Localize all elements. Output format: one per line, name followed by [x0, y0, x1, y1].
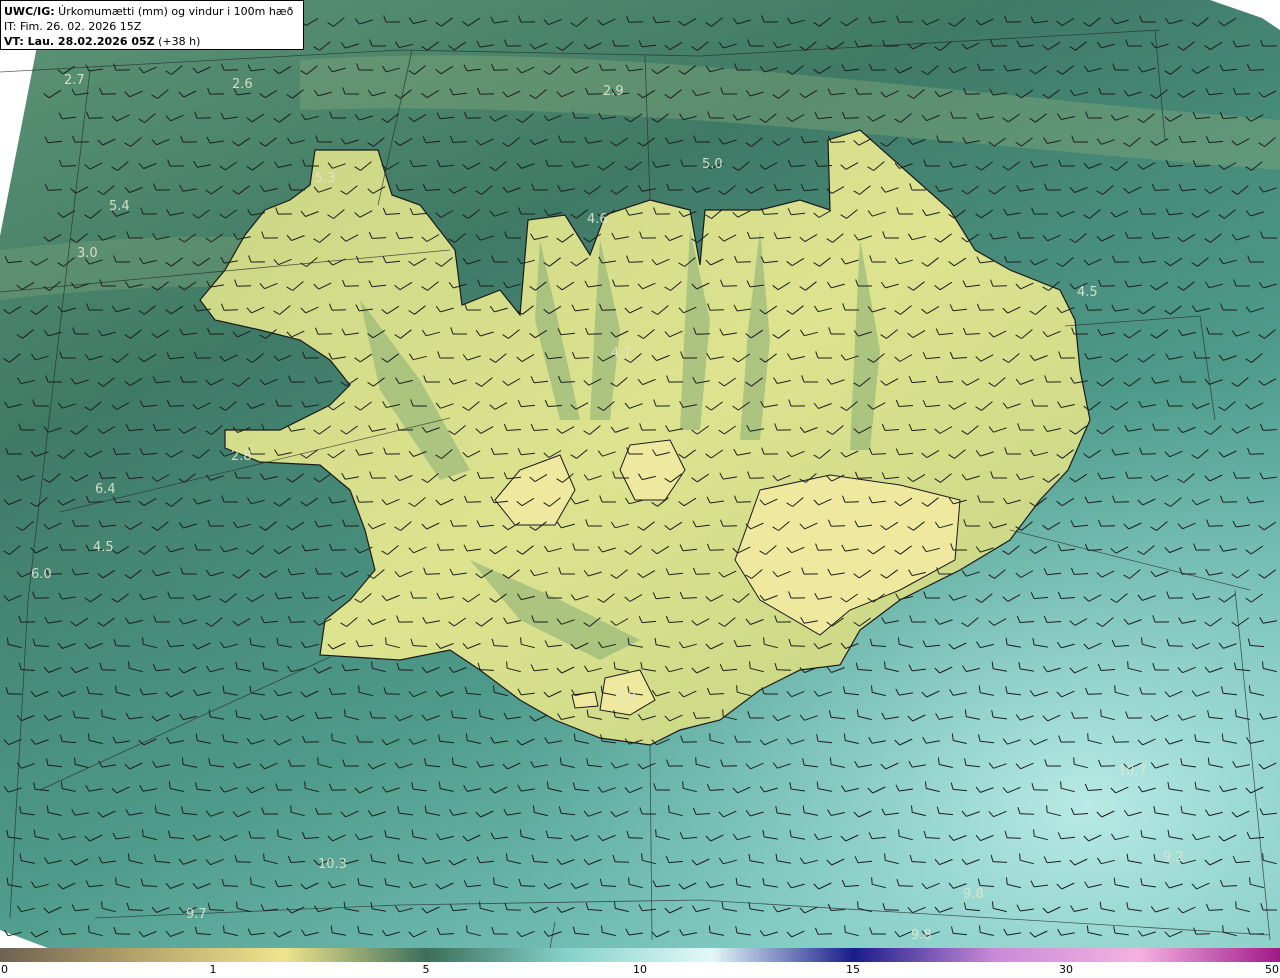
precip-value-label: 10.3	[318, 857, 347, 872]
precip-value-label: 4.5	[1077, 285, 1098, 300]
precip-value-label: 5.0	[702, 157, 723, 172]
colorbar-tick-label: 50	[1265, 963, 1279, 976]
precip-value-label: 9.2	[1163, 850, 1184, 865]
colorbar-tick-label: 30	[1059, 963, 1073, 976]
precip-value-label: 2.6	[232, 77, 253, 92]
map-title: Úrkomumætti (mm) og vindur i 100m hæð	[54, 5, 294, 18]
precip-value-label: 2.9	[603, 84, 624, 99]
colorbar-tick-label: 10	[633, 963, 647, 976]
precip-value-label: 2.7	[64, 73, 85, 88]
valid-time: VT: Lau. 28.02.2026 05Z	[4, 35, 155, 48]
colorbar-tick-label: 1	[209, 963, 217, 976]
map-info-box: UWC/IG: Úrkomumætti (mm) og vindur i 100…	[0, 0, 304, 50]
precip-value-label: 3.0	[77, 246, 98, 261]
precip-value-label: 6.0	[31, 567, 52, 582]
colorbar-tick-label: 15	[846, 963, 860, 976]
glacier-eyjafjallajokull	[571, 691, 599, 709]
model-label: UWC/IG:	[4, 5, 55, 18]
colorbar	[0, 948, 1280, 962]
precip-value-label: 9.8	[911, 928, 932, 943]
lead-time: (+38 h)	[154, 35, 201, 48]
colorbar-ticks: 0 1 5 10 15 30 50	[0, 962, 1280, 978]
precip-value-label: 3.0	[615, 690, 636, 705]
precip-value-label: 9.8	[963, 887, 984, 902]
precip-value-label: 4.5	[93, 540, 114, 555]
init-time: IT: Fim. 26. 02. 2026 15Z	[4, 20, 142, 33]
colorbar-tick-label: 5	[422, 963, 430, 976]
precip-value-label: 9.7	[186, 907, 207, 922]
precip-value-label: 4.7	[611, 346, 632, 361]
precip-value-label: 10.7	[1118, 764, 1147, 779]
precip-value-label: 6.4	[95, 482, 116, 497]
colorbar-tick-label: 0	[1, 963, 8, 976]
precip-value-label: 5.4	[109, 199, 130, 214]
map-canvas: 2.7 2.6 2.9 5.0 5.3 5.4 3.0 4.6 4.5 4.7 2.8 6.4 4.5 6…	[0, 0, 1280, 948]
valid-time-line: VT: Lau. 28.02.2026 05Z (+38 h)	[4, 34, 300, 49]
title-line: UWC/IG: Úrkomumætti (mm) og vindur i 100…	[4, 4, 300, 19]
precip-value-label: 4.6	[587, 212, 608, 227]
precip-value-label: 2.8	[231, 449, 252, 464]
map-panel: 2.7 2.6 2.9 5.0 5.3 5.4 3.0 4.6 4.5 4.7 2.8 6.4 4.5 6…	[0, 0, 1280, 948]
precip-value-label: 5.3	[315, 171, 336, 186]
